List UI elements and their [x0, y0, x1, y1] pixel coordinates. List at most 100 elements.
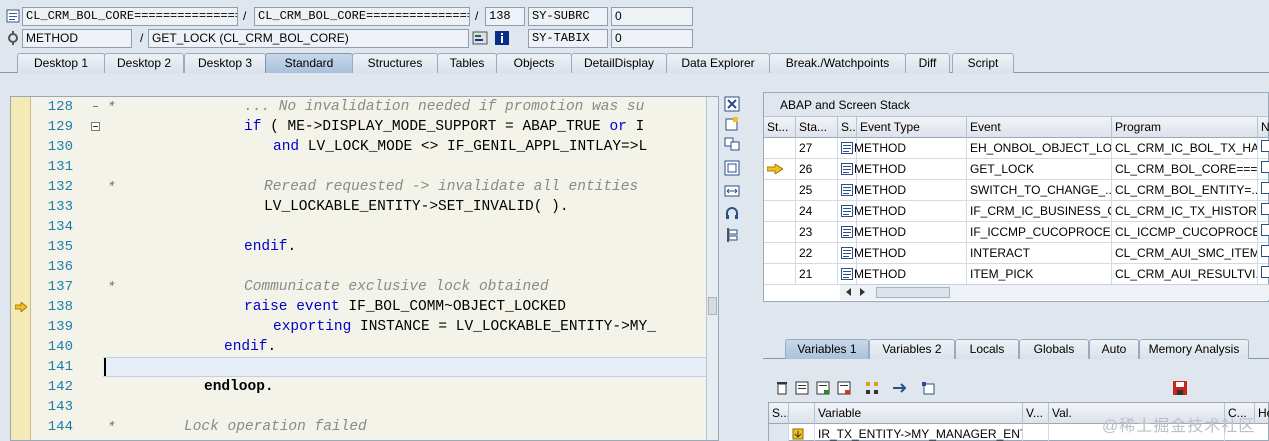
program-cell[interactable]: CL_ICCMP_CUCOPROCES... — [1112, 222, 1258, 243]
col-header-status[interactable]: St... — [764, 117, 796, 138]
program-field[interactable]: CL_CRM_BOL_CORE===============CP — [22, 6, 238, 26]
event-type-cell[interactable]: METHOD — [838, 264, 967, 285]
event-cell[interactable]: IF_ICCMP_CUCOPROCES... — [967, 222, 1112, 243]
stack-level[interactable]: 26 — [796, 159, 838, 180]
event-type-field[interactable]: METHOD — [22, 28, 132, 48]
col-header-level[interactable]: Sta... — [796, 117, 838, 138]
tab-desktop-2[interactable]: Desktop 2 — [104, 53, 184, 73]
scrollbar-thumb[interactable] — [708, 297, 717, 315]
sysvar-value-subrc[interactable]: 0 — [611, 6, 693, 26]
col-header-event-type[interactable]: Event Type — [857, 117, 967, 138]
stack-level[interactable]: 24 — [796, 201, 838, 222]
program-cell[interactable]: CL_CRM_BOL_CORE===... — [1112, 159, 1258, 180]
program-cell[interactable]: CL_CRM_AUI_SMC_ITEM... — [1112, 243, 1258, 264]
stack-level[interactable]: 23 — [796, 222, 838, 243]
event-cell[interactable]: EH_ONBOL_OBJECT_LO... — [967, 138, 1112, 159]
close-icon[interactable] — [724, 96, 740, 112]
stack-level[interactable]: 25 — [796, 180, 838, 201]
import-icon[interactable] — [815, 380, 831, 396]
scroll-left-icon[interactable] — [846, 288, 851, 296]
event-cell[interactable]: ITEM_PICK — [967, 264, 1112, 285]
tab-data-explorer[interactable]: Data Explorer — [666, 53, 770, 73]
current-frame-arrow-icon — [766, 163, 784, 175]
col-header-event[interactable]: Event — [967, 117, 1112, 138]
col-header-he[interactable]: He — [1255, 403, 1269, 424]
stack-row[interactable]: 26 METHOD GET_LOCK CL_CRM_BOL_CORE===... — [764, 159, 1269, 180]
fold-toggle-icon[interactable] — [91, 122, 100, 131]
stack-level[interactable]: 27 — [796, 138, 838, 159]
line-number-field[interactable]: 138 — [485, 6, 525, 26]
program-cell[interactable]: CL_CRM_AUI_RESULTVI... — [1112, 264, 1258, 285]
scrollbar-thumb[interactable] — [876, 287, 950, 298]
stack-row[interactable]: 25 METHOD SWITCH_TO_CHANGE_... CL_CRM_BOL_E… — [764, 180, 1269, 201]
tab-breakpoints[interactable]: Break./Watchpoints — [769, 53, 906, 73]
tab-variables-1[interactable]: Variables 1 — [785, 339, 869, 359]
tab-memory-analysis[interactable]: Memory Analysis — [1139, 339, 1249, 359]
stack-row[interactable]: 21 METHOD ITEM_PICK CL_CRM_AUI_RESULTVI... — [764, 264, 1269, 285]
stack-row[interactable]: 27 METHOD EH_ONBOL_OBJECT_LO... CL_CRM_IC_B… — [764, 138, 1269, 159]
col-header-name[interactable]: Na — [1258, 117, 1269, 138]
event-type-cell[interactable]: METHOD — [838, 159, 967, 180]
stack-row[interactable]: 23 METHOD IF_ICCMP_CUCOPROCES...CL_ICCMP_C… — [764, 222, 1269, 243]
editor-vertical-scrollbar[interactable] — [706, 97, 718, 440]
tab-globals[interactable]: Globals — [1019, 339, 1089, 359]
source-code-editor[interactable]: 128 * ... No invalidation needed if prom… — [10, 96, 719, 441]
col-header-s[interactable]: S... — [769, 403, 789, 424]
tab-standard[interactable]: Standard — [265, 53, 353, 73]
event-cell[interactable]: SWITCH_TO_CHANGE_... — [967, 180, 1112, 201]
tab-diff[interactable]: Diff — [905, 53, 950, 73]
stack-level[interactable]: 21 — [796, 264, 838, 285]
tab-auto[interactable]: Auto — [1089, 339, 1139, 359]
resize-icon[interactable] — [724, 183, 740, 199]
delete-icon[interactable] — [774, 380, 790, 396]
stack-row[interactable]: 22 METHOD INTERACT CL_CRM_AUI_SMC_ITEM... — [764, 243, 1269, 264]
col-header-s2[interactable] — [789, 403, 815, 424]
move-icon[interactable] — [891, 380, 907, 396]
event-type-cell[interactable]: METHOD — [838, 180, 967, 201]
tab-desktop-1[interactable]: Desktop 1 — [17, 53, 105, 73]
headset-icon[interactable] — [724, 205, 740, 221]
event-cell[interactable]: GET_LOCK — [967, 159, 1112, 180]
tab-locals[interactable]: Locals — [955, 339, 1019, 359]
detail-icon[interactable] — [920, 380, 936, 396]
event-cell[interactable]: IF_CRM_IC_BUSINESS_C... — [967, 201, 1112, 222]
stack-level[interactable]: 22 — [796, 243, 838, 264]
delete-all-icon[interactable] — [794, 380, 810, 396]
stack-horizontal-scrollbar[interactable] — [840, 284, 1269, 300]
export-icon[interactable] — [836, 380, 852, 396]
swap-tool-icon[interactable] — [724, 136, 740, 152]
event-type-cell[interactable]: METHOD — [838, 243, 967, 264]
tab-structures[interactable]: Structures — [352, 53, 438, 73]
tab-desktop-3[interactable]: Desktop 3 — [184, 53, 266, 73]
tab-detail-display[interactable]: DetailDisplay — [571, 53, 667, 73]
sysvar-value-tabix[interactable]: 0 — [611, 28, 693, 48]
event-cell[interactable]: INTERACT — [967, 243, 1112, 264]
program-cell[interactable]: CL_CRM_BOL_ENTITY=... — [1112, 180, 1258, 201]
event-type-cell[interactable]: METHOD — [838, 138, 967, 159]
row-selector[interactable] — [769, 424, 789, 441]
event-type-cell[interactable]: METHOD — [838, 222, 967, 243]
tab-objects[interactable]: Objects — [496, 53, 572, 73]
info-icon[interactable] — [494, 30, 510, 46]
save-icon[interactable] — [1172, 380, 1188, 396]
program-cell[interactable]: CL_CRM_IC_TX_HISTOR... — [1112, 201, 1258, 222]
tab-tables[interactable]: Tables — [437, 53, 497, 73]
include-field[interactable]: CL_CRM_BOL_CORE===============CM00B — [254, 6, 470, 26]
event-type-cell[interactable]: METHOD — [838, 201, 967, 222]
maximize-icon[interactable] — [724, 160, 740, 176]
program-cell[interactable]: CL_CRM_IC_BOL_TX_HA... — [1112, 138, 1258, 159]
variable-name[interactable]: IR_TX_ENTITY->MY_MANAGER_ENT... — [815, 424, 1023, 441]
debug-tool-icon[interactable] — [724, 227, 740, 243]
col-header-s[interactable]: S... — [838, 117, 857, 138]
event-name-field[interactable]: GET_LOCK (CL_CRM_BOL_CORE) — [148, 28, 469, 48]
navigate-icon[interactable] — [472, 30, 488, 46]
scroll-right-icon[interactable] — [860, 288, 865, 296]
tab-script[interactable]: Script — [952, 53, 1014, 73]
col-header-program[interactable]: Program — [1112, 117, 1258, 138]
structure-icon[interactable] — [864, 380, 880, 396]
col-header-v[interactable]: V... — [1023, 403, 1049, 424]
new-tool-icon[interactable] — [724, 116, 740, 132]
tab-variables-2[interactable]: Variables 2 — [869, 339, 955, 359]
col-header-variable[interactable]: Variable — [815, 403, 1023, 424]
stack-row[interactable]: 24 METHOD IF_CRM_IC_BUSINESS_C... CL_CRM_IC… — [764, 201, 1269, 222]
